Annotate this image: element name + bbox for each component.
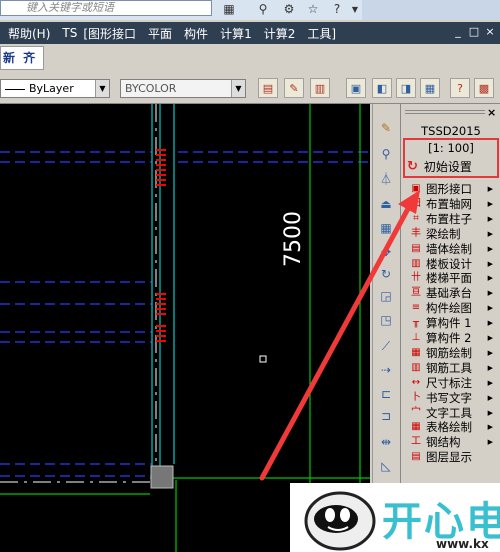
watermark-logo: 开心电 www.kx	[290, 483, 500, 552]
annotation-arrow	[259, 190, 420, 481]
logo-url: www.kx	[436, 537, 489, 551]
